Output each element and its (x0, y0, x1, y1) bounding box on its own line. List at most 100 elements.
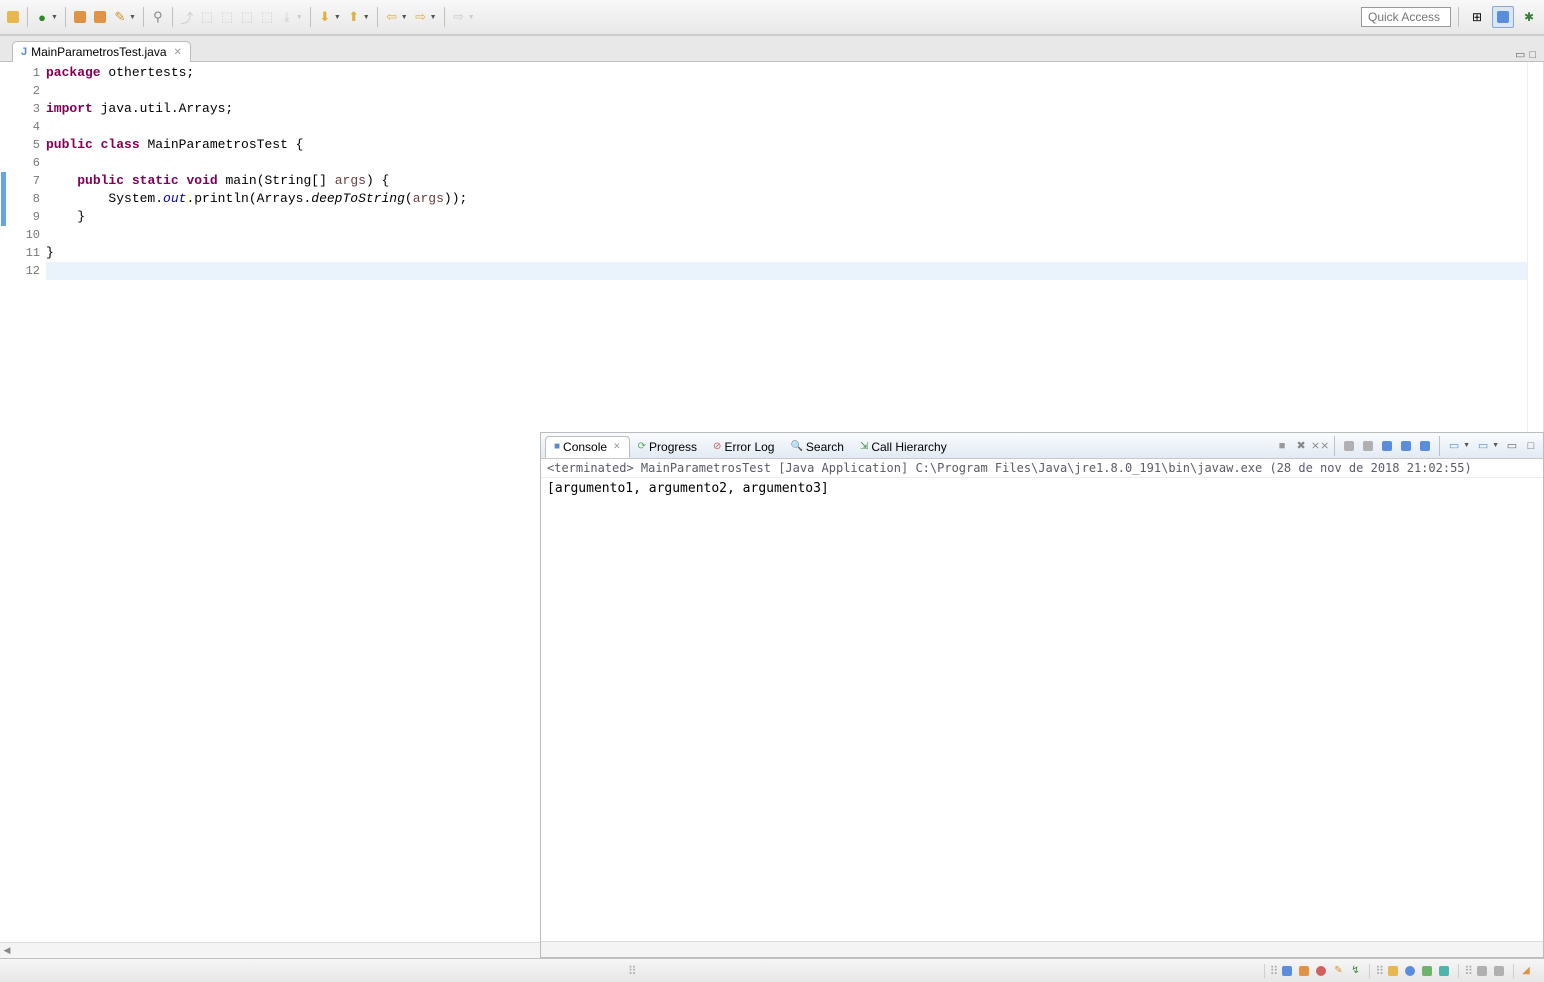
skip-breakpoints-icon[interactable]: ⤴ (178, 8, 196, 26)
declaration-view-icon[interactable] (1314, 964, 1328, 978)
dropdown-icon[interactable]: ▼ (296, 14, 303, 21)
step-filters-icon[interactable]: ⬚ (198, 8, 216, 26)
code-line[interactable]: public class MainParametrosTest { (46, 136, 1527, 154)
navigator-icon[interactable] (1420, 964, 1434, 978)
search-view-icon[interactable]: ✎ (1331, 964, 1345, 978)
code-line[interactable] (46, 262, 1527, 280)
package-explorer-icon[interactable] (1386, 964, 1400, 978)
view-tab-label: Console (563, 440, 607, 454)
run-icon[interactable]: ● (33, 8, 51, 26)
line-number: 3 (16, 100, 46, 118)
code-line[interactable]: } (46, 208, 1527, 226)
suspend-icon[interactable]: ⬆ (345, 8, 363, 26)
resume-icon[interactable]: ⬇ (316, 8, 334, 26)
open-type-icon[interactable] (71, 8, 89, 26)
rss-icon[interactable]: ◢ (1519, 964, 1533, 978)
view-tab-search[interactable]: 🔍Search (782, 437, 851, 457)
last-edit-icon[interactable]: ⇨ (450, 8, 468, 26)
code-line[interactable]: System.out.println(Arrays.deepToString(a… (46, 190, 1527, 208)
bottom-view-stack: ■Console✕⟳Progress⊘Error Log🔍Search⇲Call… (540, 432, 1544, 958)
code-line[interactable] (46, 118, 1527, 136)
separator (310, 7, 311, 27)
view-tab-call-hierarchy[interactable]: ⇲Call Hierarchy (852, 437, 955, 457)
line-number: 1 (16, 64, 46, 82)
open-console-icon[interactable]: ▭ (1475, 438, 1491, 454)
dropdown-icon[interactable]: ▼ (401, 14, 408, 21)
open-perspective-icon[interactable]: ⊞ (1466, 6, 1488, 28)
toggle-breadcrumb-icon[interactable]: ⚲ (149, 8, 167, 26)
close-tab-icon[interactable]: ✕ (174, 47, 182, 58)
dropdown-icon[interactable]: ▼ (129, 14, 136, 21)
console-horizontal-scrollbar[interactable] (541, 941, 1543, 957)
search-icon[interactable]: ✎ (111, 8, 129, 26)
grip-icon: ⠿ (1464, 964, 1472, 978)
status-bar: ⠿ ⠿ ✎ ↯ ⠿ ⠿ ◢ (0, 958, 1544, 982)
code-line[interactable]: import java.util.Arrays; (46, 100, 1527, 118)
maximize-view-icon[interactable]: □ (1523, 438, 1539, 454)
display-selected-console-icon[interactable]: ▭ (1446, 438, 1462, 454)
code-line[interactable]: public static void main(String[] args) { (46, 172, 1527, 190)
dropdown-icon[interactable]: ▼ (1463, 442, 1470, 449)
remove-launch-icon[interactable]: ✖ (1293, 438, 1309, 454)
java-file-icon: J (21, 46, 27, 58)
code-line[interactable] (46, 226, 1527, 244)
debug-perspective-icon[interactable]: ✱ (1518, 6, 1540, 28)
java-perspective-icon[interactable] (1492, 6, 1514, 28)
scroll-left-icon[interactable]: ◀ (0, 945, 14, 956)
show-console-icon[interactable] (1398, 438, 1414, 454)
dropdown-icon[interactable]: ▼ (334, 14, 341, 21)
dropdown-icon[interactable]: ▼ (430, 14, 437, 21)
clear-console-icon[interactable] (1341, 438, 1357, 454)
code-line[interactable] (46, 154, 1527, 172)
outline-view-icon[interactable] (1492, 964, 1506, 978)
dropdown-icon[interactable]: ▼ (363, 14, 370, 21)
code-line[interactable]: package othertests; (46, 64, 1527, 82)
line-number: 4 (16, 118, 46, 136)
console-output[interactable]: [argumento1, argumento2, argumento3] (541, 478, 1543, 941)
project-explorer-icon[interactable] (1437, 964, 1451, 978)
dropdown-icon[interactable]: ▼ (468, 14, 475, 21)
javadoc-view-icon[interactable] (1297, 964, 1311, 978)
console-icon: ■ (554, 441, 560, 452)
code-line[interactable]: } (46, 244, 1527, 262)
view-tab-console[interactable]: ■Console ✕ (545, 436, 630, 458)
dropdown-icon[interactable]: ▼ (51, 14, 58, 21)
open-task-icon[interactable] (91, 8, 109, 26)
drop-frame-icon[interactable]: ⤓ (278, 8, 296, 26)
grip-icon: ⠿ (1270, 964, 1278, 978)
view-tab-progress[interactable]: ⟳Progress (630, 437, 705, 457)
search-icon: 🔍 (790, 441, 802, 452)
new-icon[interactable] (4, 8, 22, 26)
maximize-icon[interactable]: □ (1529, 49, 1536, 61)
dropdown-icon[interactable]: ▼ (1492, 442, 1499, 449)
view-tab-label: Call Hierarchy (871, 440, 946, 454)
step-return-icon[interactable]: ⬚ (258, 8, 276, 26)
main-toolbar: ● ▼ ✎ ▼ ⚲ ⤴ ⬚ ⬚ ⬚ ⬚ ⤓ ▼ ⬇ ▼ ⬆ ▼ ⇦ ▼ ⇨ ▼ … (0, 0, 1544, 35)
separator (27, 7, 28, 27)
call-hierarchy-view-icon[interactable]: ↯ (1348, 964, 1362, 978)
back-icon[interactable]: ⇦ (383, 8, 401, 26)
pin-console-icon[interactable] (1417, 438, 1433, 454)
type-hierarchy-icon[interactable] (1403, 964, 1417, 978)
minimize-view-icon[interactable]: ▭ (1504, 438, 1520, 454)
step-over-icon[interactable]: ⬚ (238, 8, 256, 26)
view-tab-error-log[interactable]: ⊘Error Log (705, 437, 782, 457)
code-line[interactable] (46, 82, 1527, 100)
line-number: 7 (16, 172, 46, 190)
step-into-icon[interactable]: ⬚ (218, 8, 236, 26)
word-wrap-icon[interactable] (1379, 438, 1395, 454)
problems-view-icon[interactable] (1280, 964, 1294, 978)
terminate-icon[interactable]: ■ (1274, 438, 1290, 454)
minimize-icon[interactable]: ▭ (1515, 48, 1525, 61)
line-number: 11 (16, 244, 46, 262)
quick-access-input[interactable] (1361, 7, 1451, 27)
tasks-view-icon[interactable] (1475, 964, 1489, 978)
scroll-lock-icon[interactable] (1360, 438, 1376, 454)
separator (172, 7, 173, 27)
error-log-icon: ⊘ (713, 441, 721, 452)
close-view-icon[interactable]: ✕ (613, 441, 621, 452)
editor-tab[interactable]: J MainParametrosTest.java ✕ (12, 41, 191, 62)
forward-icon[interactable]: ⇨ (412, 8, 430, 26)
remove-all-icon[interactable]: ⨯⨯ (1312, 438, 1328, 454)
separator (1458, 7, 1459, 27)
